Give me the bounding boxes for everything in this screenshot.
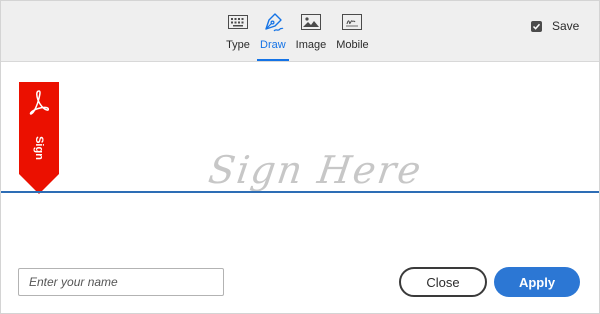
tab-mobile-label: Mobile [336, 39, 369, 51]
save-label: Save [552, 19, 580, 33]
pen-icon [261, 11, 285, 33]
sign-here-placeholder: Sign Here [205, 148, 426, 192]
save-toggle[interactable]: Save [531, 19, 579, 33]
apply-button[interactable]: Apply [494, 267, 580, 297]
checkmark-icon [532, 23, 541, 30]
sign-flag-label: Sign [33, 136, 45, 160]
signature-canvas[interactable]: Sign Sign Here [1, 62, 599, 232]
close-button[interactable]: Close [399, 267, 487, 297]
image-icon [299, 11, 323, 33]
signature-toolbar: Type Draw Image Mobile Save [1, 1, 599, 62]
signature-mode-tabs: Type Draw Image Mobile [221, 11, 374, 61]
tab-type[interactable]: Type [223, 11, 253, 61]
tab-image[interactable]: Image [293, 11, 330, 61]
tab-draw[interactable]: Draw [257, 11, 289, 61]
signature-line [1, 191, 599, 193]
keyboard-icon [226, 11, 250, 33]
signature-dialog: Type Draw Image Mobile Save Sign Sign He… [0, 0, 600, 314]
mobile-icon [340, 11, 364, 33]
save-checkbox[interactable] [531, 20, 542, 32]
tab-draw-label: Draw [260, 39, 286, 51]
tab-type-label: Type [226, 39, 250, 51]
name-input[interactable] [18, 268, 224, 296]
tab-image-label: Image [295, 39, 327, 51]
tab-mobile[interactable]: Mobile [333, 11, 371, 61]
acrobat-logo-icon [29, 90, 49, 115]
